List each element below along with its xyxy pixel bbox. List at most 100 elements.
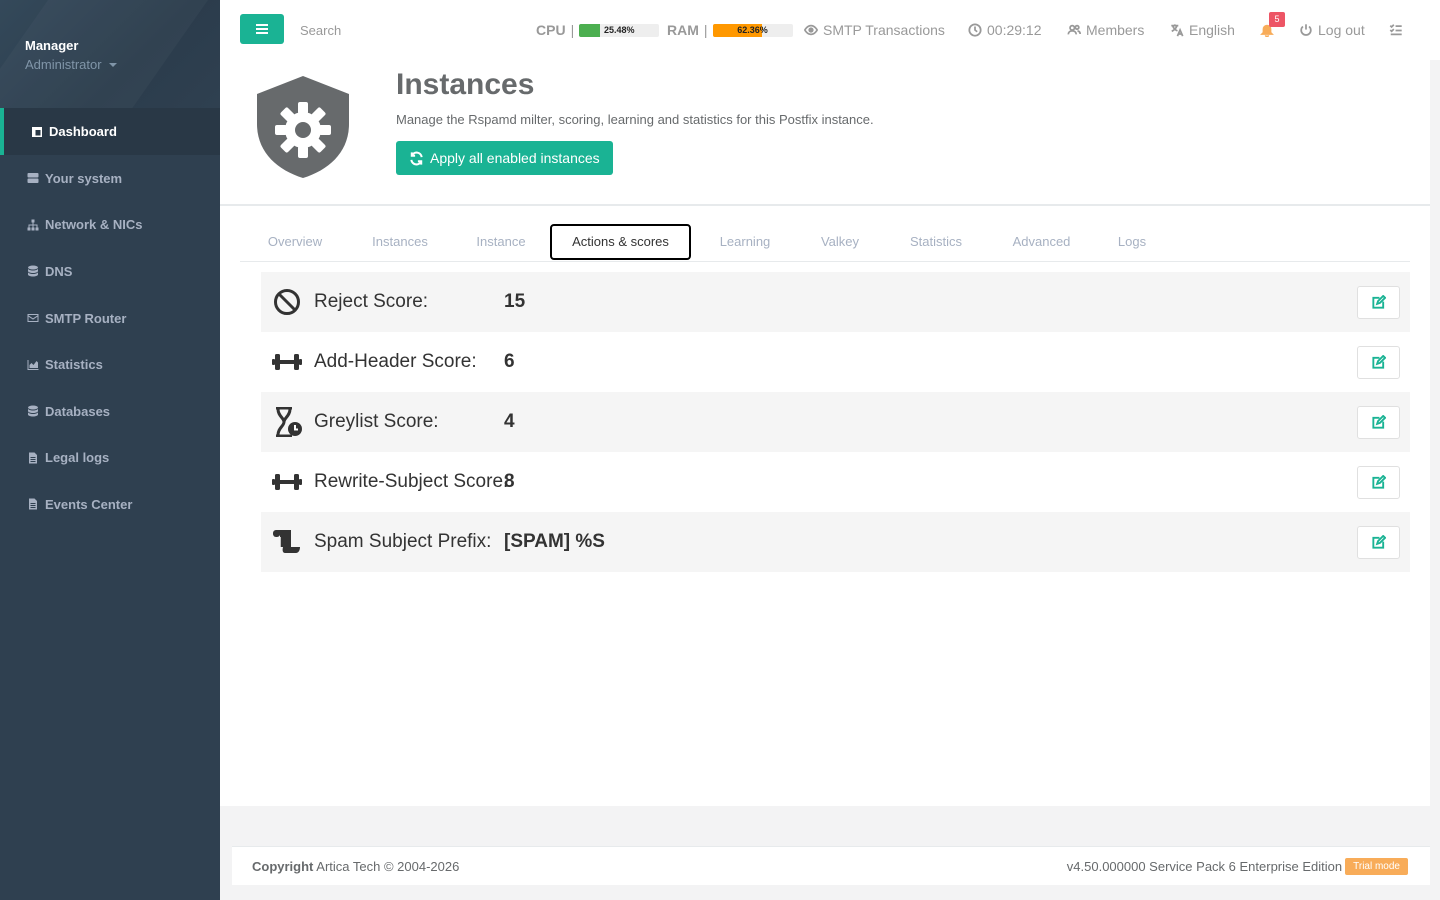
sidebar-item-label: Databases: [45, 403, 111, 419]
sidebar-item-label: Dashboard: [49, 124, 117, 139]
sidebar-item-label: DNS: [45, 263, 73, 279]
page-title: Instances: [396, 68, 535, 101]
ban-icon: [274, 289, 300, 315]
tab-valkey[interactable]: Valkey: [800, 224, 880, 260]
version-info: v4.50.000000 Service Pack 6 Enterprise E…: [1066, 857, 1408, 875]
clock-time: 00:29:12: [987, 22, 1042, 38]
tab-learning[interactable]: Learning: [705, 224, 785, 260]
users-icon: [1067, 24, 1081, 35]
cpu-bar: 25.48%: [579, 23, 660, 37]
add-header-score-value: 6: [504, 351, 515, 372]
sidebar-item-label: Your system: [45, 170, 123, 186]
tab-logs[interactable]: Logs: [1100, 224, 1164, 260]
sidebar-item-label: Legal logs: [45, 450, 110, 466]
tab-actions-scores[interactable]: Actions & scores: [550, 224, 691, 260]
edit-greylist-score-button[interactable]: [1357, 406, 1400, 439]
language-label: English: [1189, 22, 1235, 38]
logout-link[interactable]: Log out: [1299, 0, 1365, 60]
sidebar: Manager Administrator Dashboard Your sys…: [0, 0, 220, 900]
notification-count-badge: 5: [1269, 12, 1285, 27]
tab-instances[interactable]: Instances: [350, 224, 450, 260]
sidebar-item-network[interactable]: Network & NICs: [0, 202, 220, 249]
tab-instance[interactable]: Instance: [460, 224, 542, 260]
copyright-label: Copyright: [252, 858, 314, 874]
task-list-button[interactable]: [1389, 0, 1403, 60]
members-link[interactable]: Members: [1067, 0, 1144, 60]
clock-icon: [968, 23, 982, 37]
ram-value: 62.36%: [737, 24, 768, 35]
version-text: v4.50.000000 Service Pack 6 Enterprise E…: [1066, 858, 1343, 874]
clock: 00:29:12: [968, 0, 1042, 60]
sidebar-nav: Dashboard Your system Network & NICs DNS…: [0, 108, 220, 528]
sidebar-item-legal-logs[interactable]: Legal logs: [0, 435, 220, 482]
list-item: Add-Header Score: 6: [261, 332, 1410, 392]
user-name: Manager: [25, 38, 79, 53]
trial-mode-badge: Trial mode: [1345, 857, 1408, 875]
greylist-score-value: 4: [504, 411, 515, 432]
list-check-icon: [1389, 24, 1402, 36]
user-role-dropdown[interactable]: Administrator: [25, 57, 195, 72]
power-icon: [1300, 24, 1312, 36]
edit-rewrite-subject-score-button[interactable]: [1357, 466, 1400, 499]
list-item: Greylist Score: 4: [261, 392, 1410, 452]
smtp-transactions-link[interactable]: SMTP Transactions: [804, 0, 945, 60]
edit-icon: [1372, 535, 1386, 549]
reject-score-value: 15: [504, 291, 526, 312]
separator: |: [703, 22, 708, 38]
edit-reject-score-button[interactable]: [1357, 286, 1400, 319]
sidebar-item-smtp-router[interactable]: SMTP Router: [0, 295, 220, 342]
rewrite-subject-score-value: 8: [504, 471, 515, 492]
file-icon: [29, 452, 37, 464]
tab-overview[interactable]: Overview: [250, 224, 340, 260]
search-input[interactable]: [300, 20, 500, 40]
dumbbell-icon: [272, 474, 302, 490]
footer: Copyright Artica Tech © 2004-2026 v4.50.…: [232, 846, 1430, 885]
sidebar-item-events-center[interactable]: Events Center: [0, 481, 220, 528]
edit-spam-subject-prefix-button[interactable]: [1357, 526, 1400, 559]
user-profile: Manager Administrator: [0, 0, 220, 108]
spam-subject-prefix-label: Spam Subject Prefix:: [314, 531, 492, 552]
ram-bar: 62.36%: [712, 23, 793, 37]
shield-gear-icon: [257, 76, 349, 178]
apply-all-instances-button[interactable]: Apply all enabled instances: [396, 141, 613, 175]
database-icon: [28, 265, 38, 277]
apply-all-instances-label: Apply all enabled instances: [430, 150, 600, 166]
page-description: Manage the Rspamd milter, scoring, learn…: [396, 112, 874, 127]
ram-meter: RAM | 62.36%: [667, 0, 793, 60]
eye-icon: [804, 24, 818, 36]
tab-advanced[interactable]: Advanced: [994, 224, 1089, 260]
copyright-text: Artica Tech © 2004-2026: [313, 858, 460, 874]
sidebar-item-dns[interactable]: DNS: [0, 248, 220, 295]
notifications-button[interactable]: 5: [1260, 0, 1285, 60]
smtp-transactions-label: SMTP Transactions: [823, 22, 945, 38]
sidebar-item-label: Statistics: [45, 357, 103, 373]
tab-bar: Overview Instances Instance Actions & sc…: [240, 224, 1410, 262]
language-selector[interactable]: English: [1170, 0, 1235, 60]
sidebar-item-label: Network & NICs: [45, 217, 143, 233]
sidebar-item-your-system[interactable]: Your system: [0, 155, 220, 202]
sidebar-item-dashboard[interactable]: Dashboard: [0, 108, 220, 155]
edit-icon: [1372, 475, 1386, 489]
tab-statistics[interactable]: Statistics: [892, 224, 980, 260]
separator: |: [570, 22, 575, 38]
user-role: Administrator: [25, 57, 102, 72]
page-header: Instances Manage the Rspamd milter, scor…: [220, 60, 1430, 206]
network-icon: [27, 219, 39, 231]
copyright: Copyright Artica Tech © 2004-2026: [252, 859, 459, 874]
edit-icon: [1372, 415, 1386, 429]
scroll-icon: [273, 530, 300, 553]
top-navbar: CPU | 25.48% RAM | 62.36% SMTP Transacti…: [220, 0, 1440, 60]
list-item: Spam Subject Prefix: [SPAM] %S: [261, 512, 1410, 572]
sidebar-item-statistics[interactable]: Statistics: [0, 341, 220, 388]
members-label: Members: [1086, 22, 1145, 38]
hourglass-clock-icon: [276, 407, 302, 437]
edit-add-header-score-button[interactable]: [1357, 346, 1400, 379]
menu-toggle-button[interactable]: [240, 14, 284, 44]
sidebar-item-label: SMTP Router: [45, 310, 127, 326]
file-icon: [29, 498, 37, 510]
rewrite-subject-score-label: Rewrite-Subject Score:: [314, 471, 509, 492]
cpu-label: CPU: [536, 22, 566, 38]
server-icon: [27, 173, 39, 184]
edit-icon: [1372, 355, 1386, 369]
sidebar-item-databases[interactable]: Databases: [0, 388, 220, 435]
